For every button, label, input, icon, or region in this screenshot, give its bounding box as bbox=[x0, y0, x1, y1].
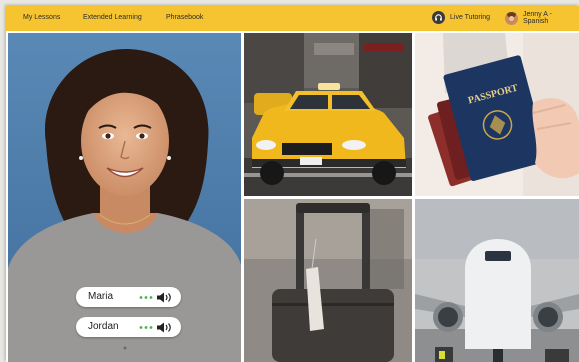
avatar bbox=[505, 11, 518, 25]
user-name-label: Jenny A - Spanish bbox=[522, 11, 552, 25]
taxi-scene-tile[interactable] bbox=[244, 33, 412, 196]
participant-name: Jordan bbox=[88, 321, 119, 332]
speaker-volume-icon bbox=[138, 292, 174, 306]
live-tutoring-label: Live Tutoring bbox=[450, 14, 491, 21]
participant-pill-jordan: Jordan bbox=[76, 317, 181, 337]
live-tutoring-link[interactable]: Live Tutoring bbox=[432, 11, 490, 24]
nav-my-lessons[interactable]: My Lessons bbox=[23, 14, 60, 21]
luggage-image bbox=[244, 199, 412, 362]
top-navbar: My Lessons Extended Learning Phrasebook … bbox=[6, 6, 579, 31]
luggage-scene-tile[interactable] bbox=[244, 199, 412, 362]
video-grid: Maria Jordan PASSPORT bbox=[6, 31, 579, 362]
app-window: My Lessons Extended Learning Phrasebook … bbox=[6, 6, 579, 362]
taxi-image bbox=[244, 33, 412, 196]
passport-image: PASSPORT bbox=[415, 33, 579, 196]
airplane-scene-tile[interactable] bbox=[415, 199, 579, 362]
student-video-tile: Maria Jordan bbox=[8, 33, 241, 362]
participant-name: Maria bbox=[88, 291, 114, 302]
nav-phrasebook[interactable]: Phrasebook bbox=[166, 14, 203, 21]
nav-extended-learning[interactable]: Extended Learning bbox=[83, 14, 142, 21]
user-menu[interactable]: Jenny A - Spanish bbox=[505, 11, 579, 25]
headset-icon bbox=[432, 11, 445, 24]
speaker-volume-icon bbox=[138, 322, 174, 336]
airplane-image bbox=[415, 199, 579, 362]
student-photo bbox=[8, 33, 241, 362]
participant-pill-maria: Maria bbox=[76, 287, 181, 307]
passport-scene-tile[interactable]: PASSPORT bbox=[415, 33, 579, 196]
